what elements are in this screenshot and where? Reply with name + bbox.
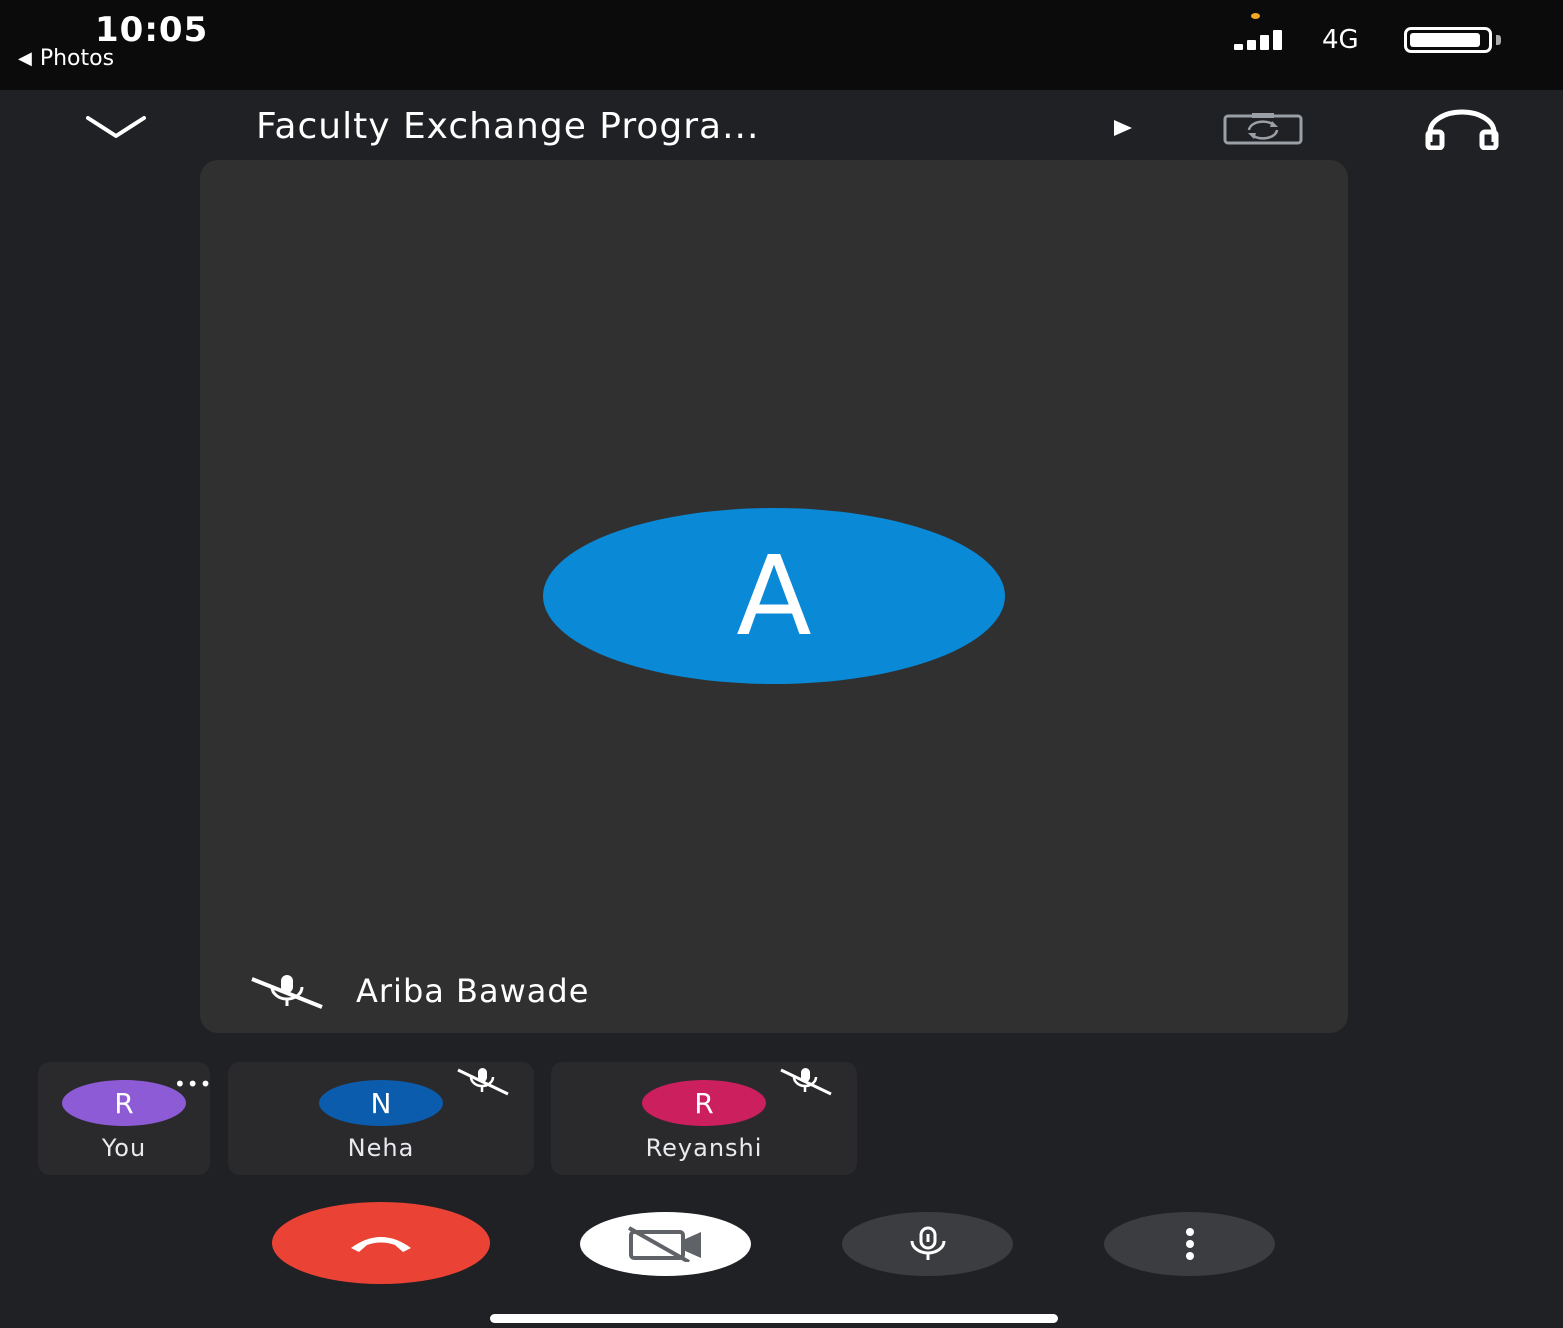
participant-avatar-large: A	[543, 508, 1005, 684]
participant-name: Reyanshi	[645, 1134, 763, 1162]
participant-name: You	[101, 1134, 147, 1162]
battery-tip	[1496, 35, 1501, 45]
mic-off-icon	[248, 973, 326, 1009]
switch-camera-icon[interactable]	[1222, 112, 1304, 146]
more-options-button[interactable]	[1104, 1212, 1275, 1276]
meeting-topbar: Faculty Exchange Progra...	[0, 90, 1563, 165]
status-bar: 10:05 ◀ Photos 4G	[0, 0, 1563, 90]
back-to-app-link[interactable]: ◀ Photos	[18, 46, 114, 71]
main-participant-tile[interactable]: A Ariba Bawade	[200, 160, 1348, 1033]
clock: 10:05	[95, 10, 209, 50]
cellular-signal-icon	[1234, 30, 1282, 50]
participant-tile-neha[interactable]: N Neha	[228, 1062, 534, 1175]
participant-avatar: R	[642, 1080, 766, 1126]
end-call-button[interactable]	[272, 1202, 490, 1284]
meeting-title[interactable]: Faculty Exchange Progra...	[256, 106, 759, 147]
back-triangle-icon: ◀	[18, 48, 32, 69]
battery-level-fill	[1410, 33, 1480, 47]
participant-tile-you[interactable]: ••• R You	[38, 1062, 211, 1175]
battery-icon	[1404, 27, 1492, 53]
speaker-name: Ariba Bawade	[356, 972, 590, 1010]
mic-in-use-indicator-icon	[1251, 13, 1260, 19]
vertical-dots-icon	[1185, 1228, 1194, 1260]
camera-off-button[interactable]	[580, 1212, 751, 1276]
microphone-button[interactable]	[842, 1212, 1013, 1276]
home-indicator[interactable]	[490, 1314, 1058, 1323]
participant-avatar: N	[319, 1080, 443, 1126]
mic-off-icon	[777, 1066, 835, 1100]
participant-avatar: R	[62, 1080, 186, 1126]
chevron-down-icon[interactable]	[84, 112, 148, 142]
mic-off-icon	[454, 1066, 512, 1100]
video-off-icon	[627, 1226, 701, 1262]
meeting-details-arrow-icon[interactable]	[1114, 120, 1132, 136]
network-type: 4G	[1322, 25, 1359, 55]
speaker-label: Ariba Bawade	[248, 972, 589, 1010]
hang-up-icon	[351, 1237, 411, 1252]
audio-output-icon[interactable]	[1424, 108, 1500, 151]
back-app-label: Photos	[39, 46, 115, 71]
participant-tile-reyanshi[interactable]: R Reyanshi	[551, 1062, 857, 1175]
microphone-icon	[910, 1226, 945, 1260]
participant-name: Neha	[347, 1134, 415, 1162]
